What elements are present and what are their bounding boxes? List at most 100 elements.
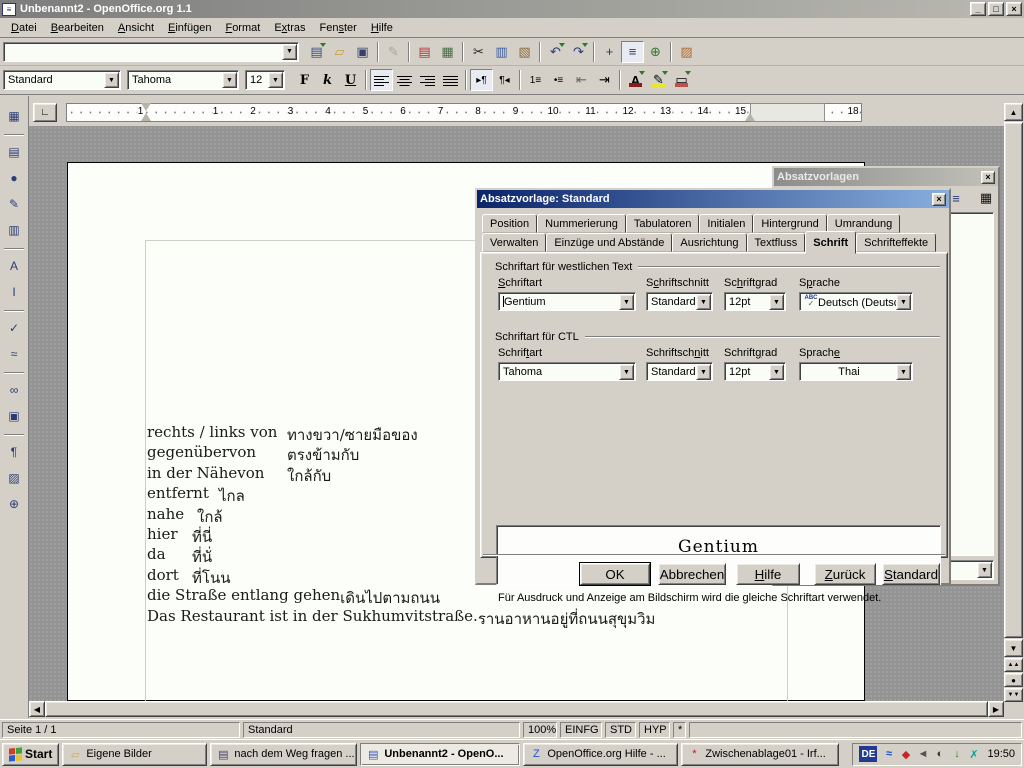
scroll-up-button[interactable]: ▲ xyxy=(1004,103,1023,121)
spellcheck-icon[interactable]: ✓ xyxy=(2,316,26,340)
standard-button[interactable]: Standard xyxy=(882,563,940,585)
draw-functions-icon[interactable]: ✎ xyxy=(2,192,26,216)
start-button[interactable]: Start xyxy=(2,743,59,766)
menu-item-datei[interactable]: Datei xyxy=(4,20,44,36)
antivirus-icon[interactable]: ◆ xyxy=(898,747,913,762)
scroll-left-button[interactable]: ◀ xyxy=(29,701,45,717)
decrease-indent-button[interactable]: ⇤ xyxy=(570,69,593,91)
quickstarter-icon[interactable]: ≈ xyxy=(881,747,896,762)
direct-cursor-icon[interactable]: I xyxy=(2,280,26,304)
navigation-button[interactable]: ● xyxy=(1004,673,1023,687)
schriftschnitt-dropdown-button[interactable]: ▼ xyxy=(696,294,711,310)
new-document-icon[interactable]: ▤ xyxy=(305,41,328,63)
mouse-settings-icon[interactable]: ◐ xyxy=(932,747,947,762)
schriftgrad-combobox[interactable]: 12pt▼ xyxy=(724,362,786,381)
underline-button[interactable]: U xyxy=(339,69,362,91)
stylist-icon[interactable]: ≡ xyxy=(621,41,644,63)
tab-initialen[interactable]: Initialen xyxy=(699,214,753,233)
bold-button[interactable]: F xyxy=(293,69,316,91)
undo-icon[interactable]: ↶ xyxy=(544,41,567,63)
copy-icon[interactable]: ▥ xyxy=(490,41,513,63)
update-icon[interactable]: ↓ xyxy=(949,747,964,762)
italic-button[interactable]: k xyxy=(316,69,339,91)
save-icon[interactable]: ▣ xyxy=(351,41,374,63)
left-indent-marker[interactable] xyxy=(141,113,151,121)
task-zwischenablage01-irf[interactable]: *Zwischenablage01 - Irf... xyxy=(681,743,839,766)
schriftschnitt-dropdown-button[interactable]: ▼ xyxy=(696,364,711,380)
dialog-titlebar[interactable]: Absatzvorlage: Standard × xyxy=(477,190,949,208)
form-functions-icon[interactable]: ▥ xyxy=(2,218,26,242)
zurück-button[interactable]: Zurück xyxy=(814,563,876,585)
menu-item-fenster[interactable]: Fenster xyxy=(313,20,364,36)
schriftgrad-dropdown-button[interactable]: ▼ xyxy=(769,294,784,310)
export-pdf-icon[interactable]: ▤ xyxy=(413,41,436,63)
schriftart-dropdown-button[interactable]: ▼ xyxy=(619,294,634,310)
task-eigene-bilder[interactable]: ▱Eigene Bilder xyxy=(62,743,207,766)
print-icon[interactable]: ▦ xyxy=(436,41,459,63)
horizontal-scrollbar[interactable]: ◀ ▶ xyxy=(29,701,1004,718)
schriftschnitt-combobox[interactable]: Standard▼ xyxy=(646,362,713,381)
task-nach-dem-weg-fragen[interactable]: ▤nach dem Weg fragen ... xyxy=(210,743,357,766)
menu-item-extras[interactable]: Extras xyxy=(267,20,312,36)
font-size-combobox[interactable]: 12 ▼ xyxy=(245,70,285,90)
schriftart-combobox[interactable]: Tahoma▼ xyxy=(498,362,636,381)
page-style[interactable]: Standard xyxy=(243,722,520,738)
left-to-right-button[interactable]: ▸¶ xyxy=(470,69,493,91)
hilfe-button[interactable]: Hilfe xyxy=(736,563,800,585)
tab-verwalten[interactable]: Verwalten xyxy=(482,233,546,252)
right-to-left-button[interactable]: ¶◂ xyxy=(493,69,516,91)
insert-icon[interactable]: ▤ xyxy=(2,140,26,164)
ok-button[interactable]: OK xyxy=(580,563,650,585)
background-color-button[interactable]: ▭ xyxy=(670,69,693,91)
previous-page-button[interactable]: ▲▲ xyxy=(1004,658,1023,672)
schriftgrad-dropdown-button[interactable]: ▼ xyxy=(769,364,784,380)
font-name-combobox[interactable]: Tahoma ▼ xyxy=(127,70,239,90)
page-indicator[interactable]: Seite 1 / 1 xyxy=(2,722,240,738)
insert-object-icon[interactable]: ● xyxy=(2,166,26,190)
graphics-onoff-icon[interactable]: ▨ xyxy=(2,466,26,490)
tab-nummerierung[interactable]: Nummerierung xyxy=(537,214,626,233)
menu-item-hilfe[interactable]: Hilfe xyxy=(364,20,400,36)
stylist-filter-dropdown-button[interactable]: ▼ xyxy=(977,562,992,578)
style-dropdown-button[interactable]: ▼ xyxy=(104,72,119,88)
autotext-icon[interactable]: A xyxy=(2,254,26,278)
stylist-titlebar[interactable]: Absatzvorlagen × xyxy=(774,168,998,186)
sprache-combobox[interactable]: ABC✓Deutsch (Deutsch▼ xyxy=(799,292,913,311)
redo-icon[interactable]: ↷ xyxy=(567,41,590,63)
task-openoffice-org-hilfe[interactable]: ZOpenOffice.org Hilfe - ... xyxy=(523,743,678,766)
align-justify-button[interactable] xyxy=(439,69,462,91)
sprache-dropdown-button[interactable]: ▼ xyxy=(896,364,911,380)
open-icon[interactable]: ▱ xyxy=(328,41,351,63)
menu-item-bearbeiten[interactable]: Bearbeiten xyxy=(44,20,111,36)
sprache-combobox[interactable]: Thai▼ xyxy=(799,362,913,381)
align-center-button[interactable] xyxy=(393,69,416,91)
schriftart-combobox[interactable]: Gentium▼ xyxy=(498,292,636,311)
task-unbenannt2-openo[interactable]: ▤Unbenannt2 - OpenO... xyxy=(360,743,520,766)
dialog-close-button[interactable]: × xyxy=(932,193,946,206)
nonprinting-characters-icon[interactable]: ¶ xyxy=(2,440,26,464)
tab-schrift[interactable]: Schrift xyxy=(805,231,856,254)
tab-schrifteffekte[interactable]: Schrifteffekte xyxy=(856,233,936,252)
tablet-icon[interactable]: ✗ xyxy=(966,747,981,762)
right-indent-marker[interactable] xyxy=(745,113,755,121)
menu-item-ansicht[interactable]: Ansicht xyxy=(111,20,161,36)
tab-position[interactable]: Position xyxy=(482,214,537,233)
cut-icon[interactable]: ✂ xyxy=(467,41,490,63)
edit-file-icon[interactable]: ✎ xyxy=(382,41,405,63)
font-dropdown-button[interactable]: ▼ xyxy=(222,72,237,88)
bullet-list-button[interactable]: •≡ xyxy=(547,69,570,91)
character-styles-icon[interactable]: ▦ xyxy=(976,188,996,208)
tab-einzüge-und-abstände[interactable]: Einzüge und Abstände xyxy=(546,233,672,252)
volume-icon[interactable]: ◄ xyxy=(915,747,930,762)
first-line-indent-marker[interactable] xyxy=(141,103,151,111)
schriftschnitt-combobox[interactable]: Standard▼ xyxy=(646,292,713,311)
vertical-scrollbar-thumb[interactable] xyxy=(1004,122,1023,638)
online-layout-icon[interactable]: ⊕ xyxy=(2,492,26,516)
next-page-button[interactable]: ▼▼ xyxy=(1004,688,1023,702)
scroll-down-button[interactable]: ▼ xyxy=(1004,639,1023,657)
data-sources-icon[interactable]: ▣ xyxy=(2,404,26,428)
increase-indent-button[interactable]: ⇥ xyxy=(593,69,616,91)
autospellcheck-icon[interactable]: ≈ xyxy=(2,342,26,366)
stylist-close-button[interactable]: × xyxy=(981,171,995,184)
gallery-icon[interactable]: ▨ xyxy=(675,41,698,63)
